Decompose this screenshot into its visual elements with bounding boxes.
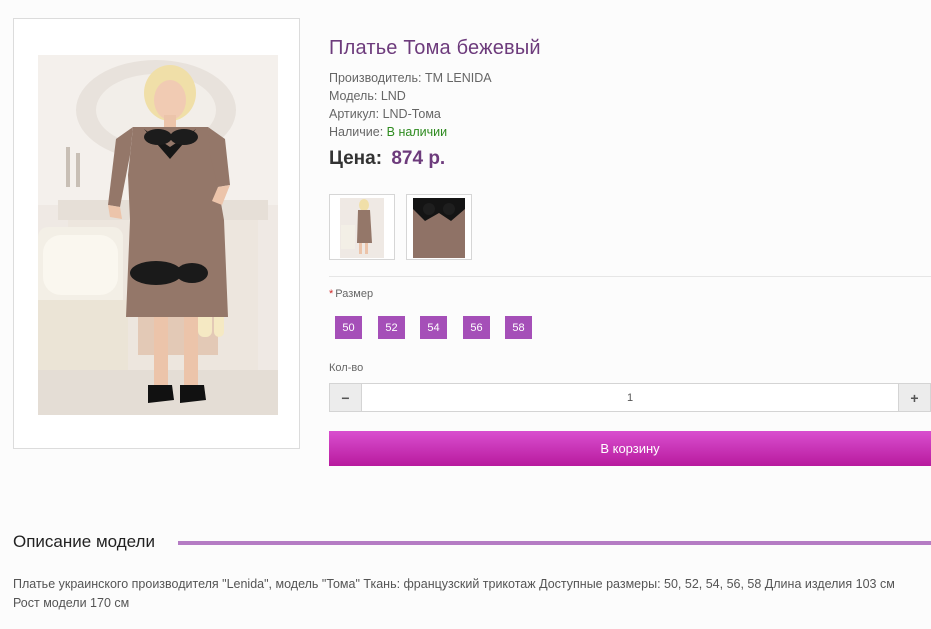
description-title: Описание модели xyxy=(13,532,155,551)
quantity-label: Кол-во xyxy=(329,362,364,374)
sku-value: LND-Тома xyxy=(382,107,441,121)
quantity-minus-button[interactable]: − xyxy=(330,384,362,411)
required-marker: * xyxy=(329,288,334,300)
size-option-56[interactable]: 56 xyxy=(463,316,490,339)
model-value: LND xyxy=(380,89,406,103)
size-option-50[interactable]: 50 xyxy=(335,316,362,339)
options-divider xyxy=(329,276,931,277)
quantity-plus-button[interactable]: + xyxy=(898,384,930,411)
size-option-54[interactable]: 54 xyxy=(420,316,447,339)
price-label: Цена: xyxy=(329,148,383,169)
manufacturer-row: Производитель: TM LENIDA xyxy=(329,70,492,86)
model-label: Модель: xyxy=(329,89,378,103)
sku-label: Артикул: xyxy=(329,107,380,121)
description-text: Платье украинского производителя "Lenida… xyxy=(13,577,895,610)
availability-value: В наличии xyxy=(386,125,448,139)
availability-row: Наличие: В наличии xyxy=(329,124,447,140)
manufacturer-value: TM LENIDA xyxy=(424,71,492,85)
size-option-58[interactable]: 58 xyxy=(505,316,532,339)
model-row: Модель: LND xyxy=(329,88,406,104)
add-to-cart-button[interactable]: В корзину xyxy=(329,431,931,466)
thumbnail-detail[interactable] xyxy=(406,194,472,260)
price-value: 874 р. xyxy=(391,148,446,169)
product-title: Платье Тома бежевый xyxy=(329,37,541,59)
size-label-text: Размер xyxy=(335,288,374,300)
quantity-input[interactable] xyxy=(362,384,898,411)
product-main-image[interactable] xyxy=(38,55,278,415)
thumbnail-full[interactable] xyxy=(329,194,395,260)
size-label: * Размер xyxy=(329,288,373,300)
product-main-image-frame[interactable] xyxy=(13,18,300,449)
size-option-52[interactable]: 52 xyxy=(378,316,405,339)
price: Цена: 874 р. xyxy=(329,148,445,170)
sku-row: Артикул: LND-Тома xyxy=(329,106,441,122)
description-title-divider xyxy=(178,541,931,545)
quantity-stepper: − + xyxy=(329,383,931,412)
availability-label: Наличие: xyxy=(329,125,384,139)
manufacturer-label: Производитель: xyxy=(329,71,422,85)
